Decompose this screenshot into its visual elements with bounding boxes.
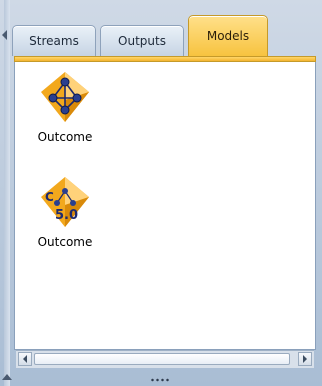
- tab-strip: Streams Outputs Models: [12, 8, 318, 56]
- model-label: Outcome: [37, 235, 93, 249]
- left-rail: [4, 0, 10, 386]
- tab-label: Models: [206, 29, 250, 43]
- c50-prefix: C: [45, 190, 54, 204]
- scroll-left-icon[interactable]: [18, 352, 32, 366]
- scrollbar-thumb[interactable]: [34, 353, 290, 365]
- collapse-arrow-icon[interactable]: [0, 28, 9, 42]
- horizontal-scrollbar[interactable]: [16, 350, 314, 368]
- c50-version: 5.0: [55, 208, 78, 223]
- tab-label: Outputs: [118, 34, 166, 48]
- tab-models[interactable]: Models: [188, 15, 268, 56]
- model-label: Outcome: [37, 130, 93, 144]
- bottom-grip: [0, 370, 322, 386]
- scroll-right-icon[interactable]: [298, 352, 312, 366]
- tab-outputs[interactable]: Outputs: [100, 25, 184, 56]
- c50-model-icon: C 5.0: [41, 177, 89, 227]
- model-node[interactable]: Outcome: [30, 70, 100, 144]
- panel-active-strip: [14, 56, 316, 62]
- expand-arrow-icon[interactable]: [0, 372, 14, 384]
- neural-net-model-icon: [41, 72, 89, 122]
- model-node[interactable]: C 5.0 Outcome: [30, 175, 100, 249]
- resize-grip-icon[interactable]: [150, 378, 170, 382]
- tab-label: Streams: [29, 34, 79, 48]
- tab-streams[interactable]: Streams: [12, 25, 96, 56]
